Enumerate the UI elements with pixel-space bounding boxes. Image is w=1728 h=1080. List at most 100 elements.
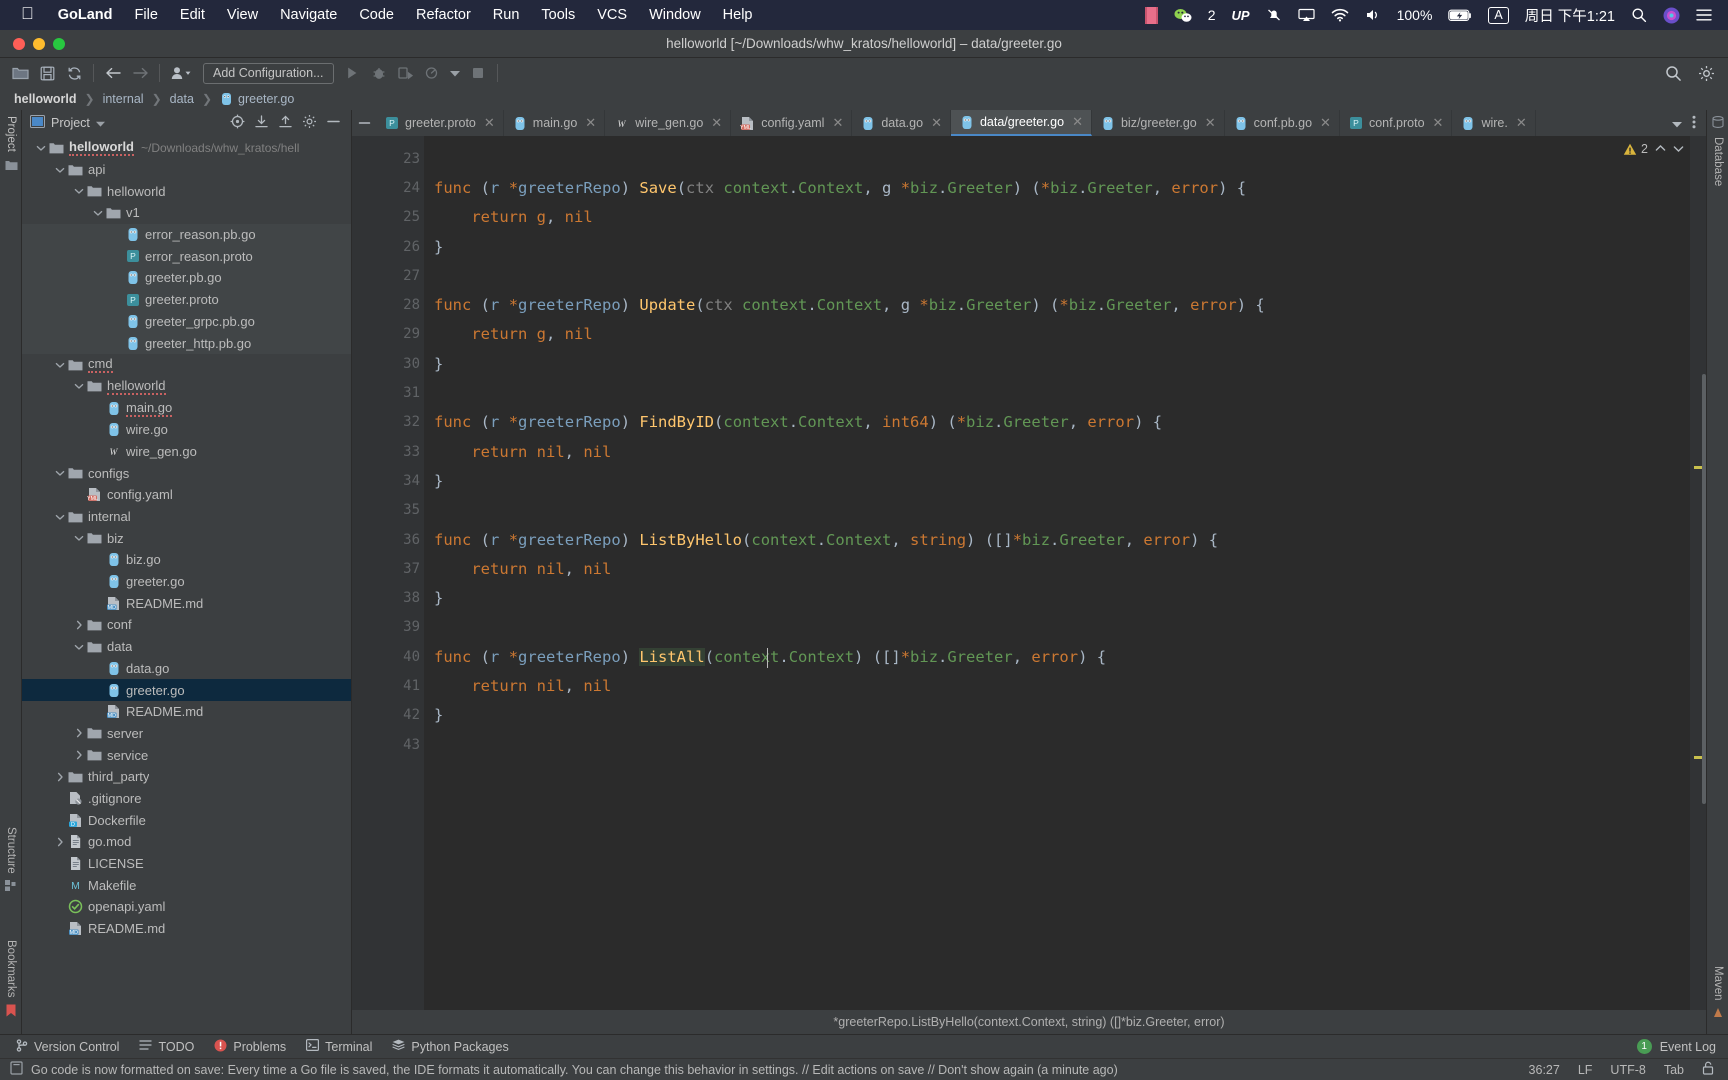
code-line[interactable] bbox=[424, 496, 1690, 525]
menu-item-edit[interactable]: Edit bbox=[169, 0, 216, 30]
menu-item-goland[interactable]: GoLand bbox=[47, 0, 124, 30]
gutter-line[interactable]: 26 bbox=[352, 232, 424, 261]
menu-item-refactor[interactable]: Refactor bbox=[405, 0, 482, 30]
gutter-line[interactable]: 40 bbox=[352, 642, 452, 671]
chevron-down-icon[interactable] bbox=[448, 61, 463, 85]
code-line[interactable]: } bbox=[424, 701, 1690, 730]
close-tab-icon[interactable]: ✕ bbox=[832, 115, 843, 131]
warning-count-badge[interactable]: 2 bbox=[1623, 142, 1648, 156]
vcs-user-icon[interactable] bbox=[167, 61, 197, 85]
menu-item-file[interactable]: File bbox=[124, 0, 169, 30]
chevron-right-icon[interactable] bbox=[72, 750, 86, 760]
chevron-right-icon[interactable] bbox=[53, 837, 67, 847]
editor-tab-main-go[interactable]: main.go ✕ bbox=[504, 110, 606, 136]
tree-folder-row[interactable]: cmd bbox=[22, 354, 351, 376]
inspection-widget[interactable]: 2 bbox=[1623, 142, 1684, 156]
tree-folder-row[interactable]: configs bbox=[22, 462, 351, 484]
collapse-tabs-icon[interactable] bbox=[352, 110, 376, 136]
gutter-line[interactable]: 34 bbox=[352, 466, 424, 495]
inspection-scrollbar[interactable] bbox=[1690, 136, 1706, 1010]
breadcrumb-item-greeter-go[interactable]: greeter.go bbox=[220, 92, 294, 106]
code-line[interactable] bbox=[424, 144, 1690, 173]
close-tab-icon[interactable]: ✕ bbox=[931, 115, 942, 131]
macos-clock[interactable]: 周日 下午1:21 bbox=[1517, 0, 1623, 30]
editor-tab-config-yaml[interactable]: YML config.yaml ✕ bbox=[731, 110, 853, 136]
menu-item-vcs[interactable]: VCS bbox=[586, 0, 638, 30]
tree-file-row[interactable]: .gitignore bbox=[22, 788, 351, 810]
chevron-down-icon[interactable] bbox=[72, 187, 86, 195]
code-line[interactable]: func (r * greeterRepo) ListByHello(contex… bbox=[424, 525, 1690, 554]
breadcrumb-item-helloworld[interactable]: helloworld bbox=[14, 92, 77, 106]
code-line[interactable]: return g, nil bbox=[424, 320, 1690, 349]
spotlight-search-icon[interactable] bbox=[1623, 0, 1655, 30]
editor-tab-wire-[interactable]: wire. ✕ bbox=[1452, 110, 1536, 136]
tree-file-row[interactable]: greeter.pb.go bbox=[22, 267, 351, 289]
caret-position[interactable]: 36:27 bbox=[1529, 1063, 1560, 1077]
tree-file-row[interactable]: greeter.go bbox=[22, 571, 351, 593]
chevron-down-icon[interactable] bbox=[53, 166, 67, 174]
volume-icon[interactable] bbox=[1357, 0, 1389, 30]
siri-icon[interactable] bbox=[1655, 0, 1688, 30]
forward-arrow-icon[interactable] bbox=[128, 61, 152, 85]
tree-file-row[interactable]: error_reason.pb.go bbox=[22, 223, 351, 246]
close-tab-icon[interactable]: ✕ bbox=[1072, 114, 1083, 130]
battery-charging-icon[interactable] bbox=[1440, 0, 1480, 30]
code-line[interactable]: return g, nil bbox=[424, 203, 1690, 232]
editor-tab-greeter-proto[interactable]: Pgreeter.proto ✕ bbox=[376, 110, 504, 136]
tree-file-row[interactable]: greeter.go bbox=[22, 679, 351, 701]
chevron-down-icon[interactable] bbox=[34, 144, 48, 152]
close-tab-icon[interactable]: ✕ bbox=[711, 115, 722, 131]
search-everywhere-icon[interactable] bbox=[1661, 61, 1685, 85]
tree-file-row[interactable]: YML config.yaml bbox=[22, 484, 351, 506]
code-line[interactable] bbox=[424, 261, 1690, 290]
editor-tab-data-go[interactable]: data.go ✕ bbox=[852, 110, 951, 136]
collapse-all-icon[interactable] bbox=[278, 115, 293, 132]
code-line[interactable]: } bbox=[424, 349, 1690, 378]
tree-file-row[interactable]: MD README.md bbox=[22, 918, 351, 940]
code-line[interactable]: return nil, nil bbox=[424, 437, 1690, 466]
tree-file-row[interactable]: greeter_grpc.pb.go bbox=[22, 310, 351, 333]
editor-tab-biz-greeter-go[interactable]: biz/greeter.go ✕ bbox=[1092, 110, 1225, 136]
breadcrumb-item-internal[interactable]: internal bbox=[103, 92, 144, 106]
gutter-line[interactable]: 31 bbox=[352, 378, 424, 407]
debug-icon[interactable] bbox=[367, 61, 391, 85]
gutter-line[interactable]: 36 bbox=[352, 525, 452, 554]
tree-folder-row[interactable]: go.mod bbox=[22, 831, 351, 853]
chevron-down-icon[interactable] bbox=[53, 361, 67, 369]
editor-tab-data-greeter-go[interactable]: data/greeter.go ✕ bbox=[950, 110, 1092, 136]
tree-file-row[interactable]: greeter_http.pb.go bbox=[22, 332, 351, 354]
code-line[interactable]: return nil, nil bbox=[424, 671, 1690, 700]
next-problem-icon[interactable] bbox=[1673, 142, 1684, 156]
hide-panel-icon[interactable] bbox=[326, 115, 341, 131]
close-tab-icon[interactable]: ✕ bbox=[1433, 115, 1444, 131]
tray-red-icon[interactable] bbox=[1137, 0, 1166, 30]
code-line[interactable]: func (r * greeterRepo) Update(ctx context… bbox=[424, 290, 1690, 319]
stop-icon[interactable] bbox=[466, 61, 490, 85]
project-tree[interactable]: helloworld ~/Downloads/whw_kratos/hell api… bbox=[22, 136, 351, 1034]
chevron-down-icon[interactable] bbox=[53, 469, 67, 477]
save-all-icon[interactable] bbox=[35, 61, 59, 85]
code-line[interactable]: } bbox=[424, 583, 1690, 612]
tree-folder-row[interactable]: service bbox=[22, 744, 351, 766]
code-line[interactable]: func (r * greeterRepo) FindByID(context. C… bbox=[424, 408, 1690, 437]
chevron-right-icon[interactable] bbox=[72, 620, 86, 630]
tree-file-row[interactable]: Perror_reason.proto bbox=[22, 245, 351, 268]
code-line[interactable]: } bbox=[424, 466, 1690, 495]
bottom-item-terminal[interactable]: Terminal bbox=[296, 1035, 382, 1059]
close-tab-icon[interactable]: ✕ bbox=[484, 115, 495, 131]
code-editor[interactable]: 23 24 25 26 27 28 29 30 31 32 33 34 35 36 37 38 39 40 41 42… bbox=[352, 136, 1706, 1010]
gutter-line[interactable]: 35 bbox=[352, 496, 424, 525]
indent-setting[interactable]: Tab bbox=[1664, 1063, 1684, 1077]
wifi-icon[interactable] bbox=[1323, 0, 1357, 30]
tree-folder-row[interactable]: internal bbox=[22, 506, 351, 528]
stripe-item-database[interactable]: Database bbox=[1712, 137, 1724, 186]
gutter-line[interactable]: 43 bbox=[352, 730, 424, 759]
code-line[interactable] bbox=[424, 730, 1690, 759]
code-line[interactable]: func (r * greeterRepo) Save(ctx context. C… bbox=[424, 173, 1690, 202]
gutter-line[interactable]: 39 bbox=[352, 613, 424, 642]
gutter-line[interactable]: 42 bbox=[352, 701, 424, 730]
tree-file-row[interactable]: data.go bbox=[22, 658, 351, 680]
tab-list-dropdown-icon[interactable] bbox=[1672, 116, 1682, 131]
control-center-icon[interactable] bbox=[1688, 0, 1720, 30]
gutter-line[interactable]: 32 bbox=[352, 408, 452, 437]
